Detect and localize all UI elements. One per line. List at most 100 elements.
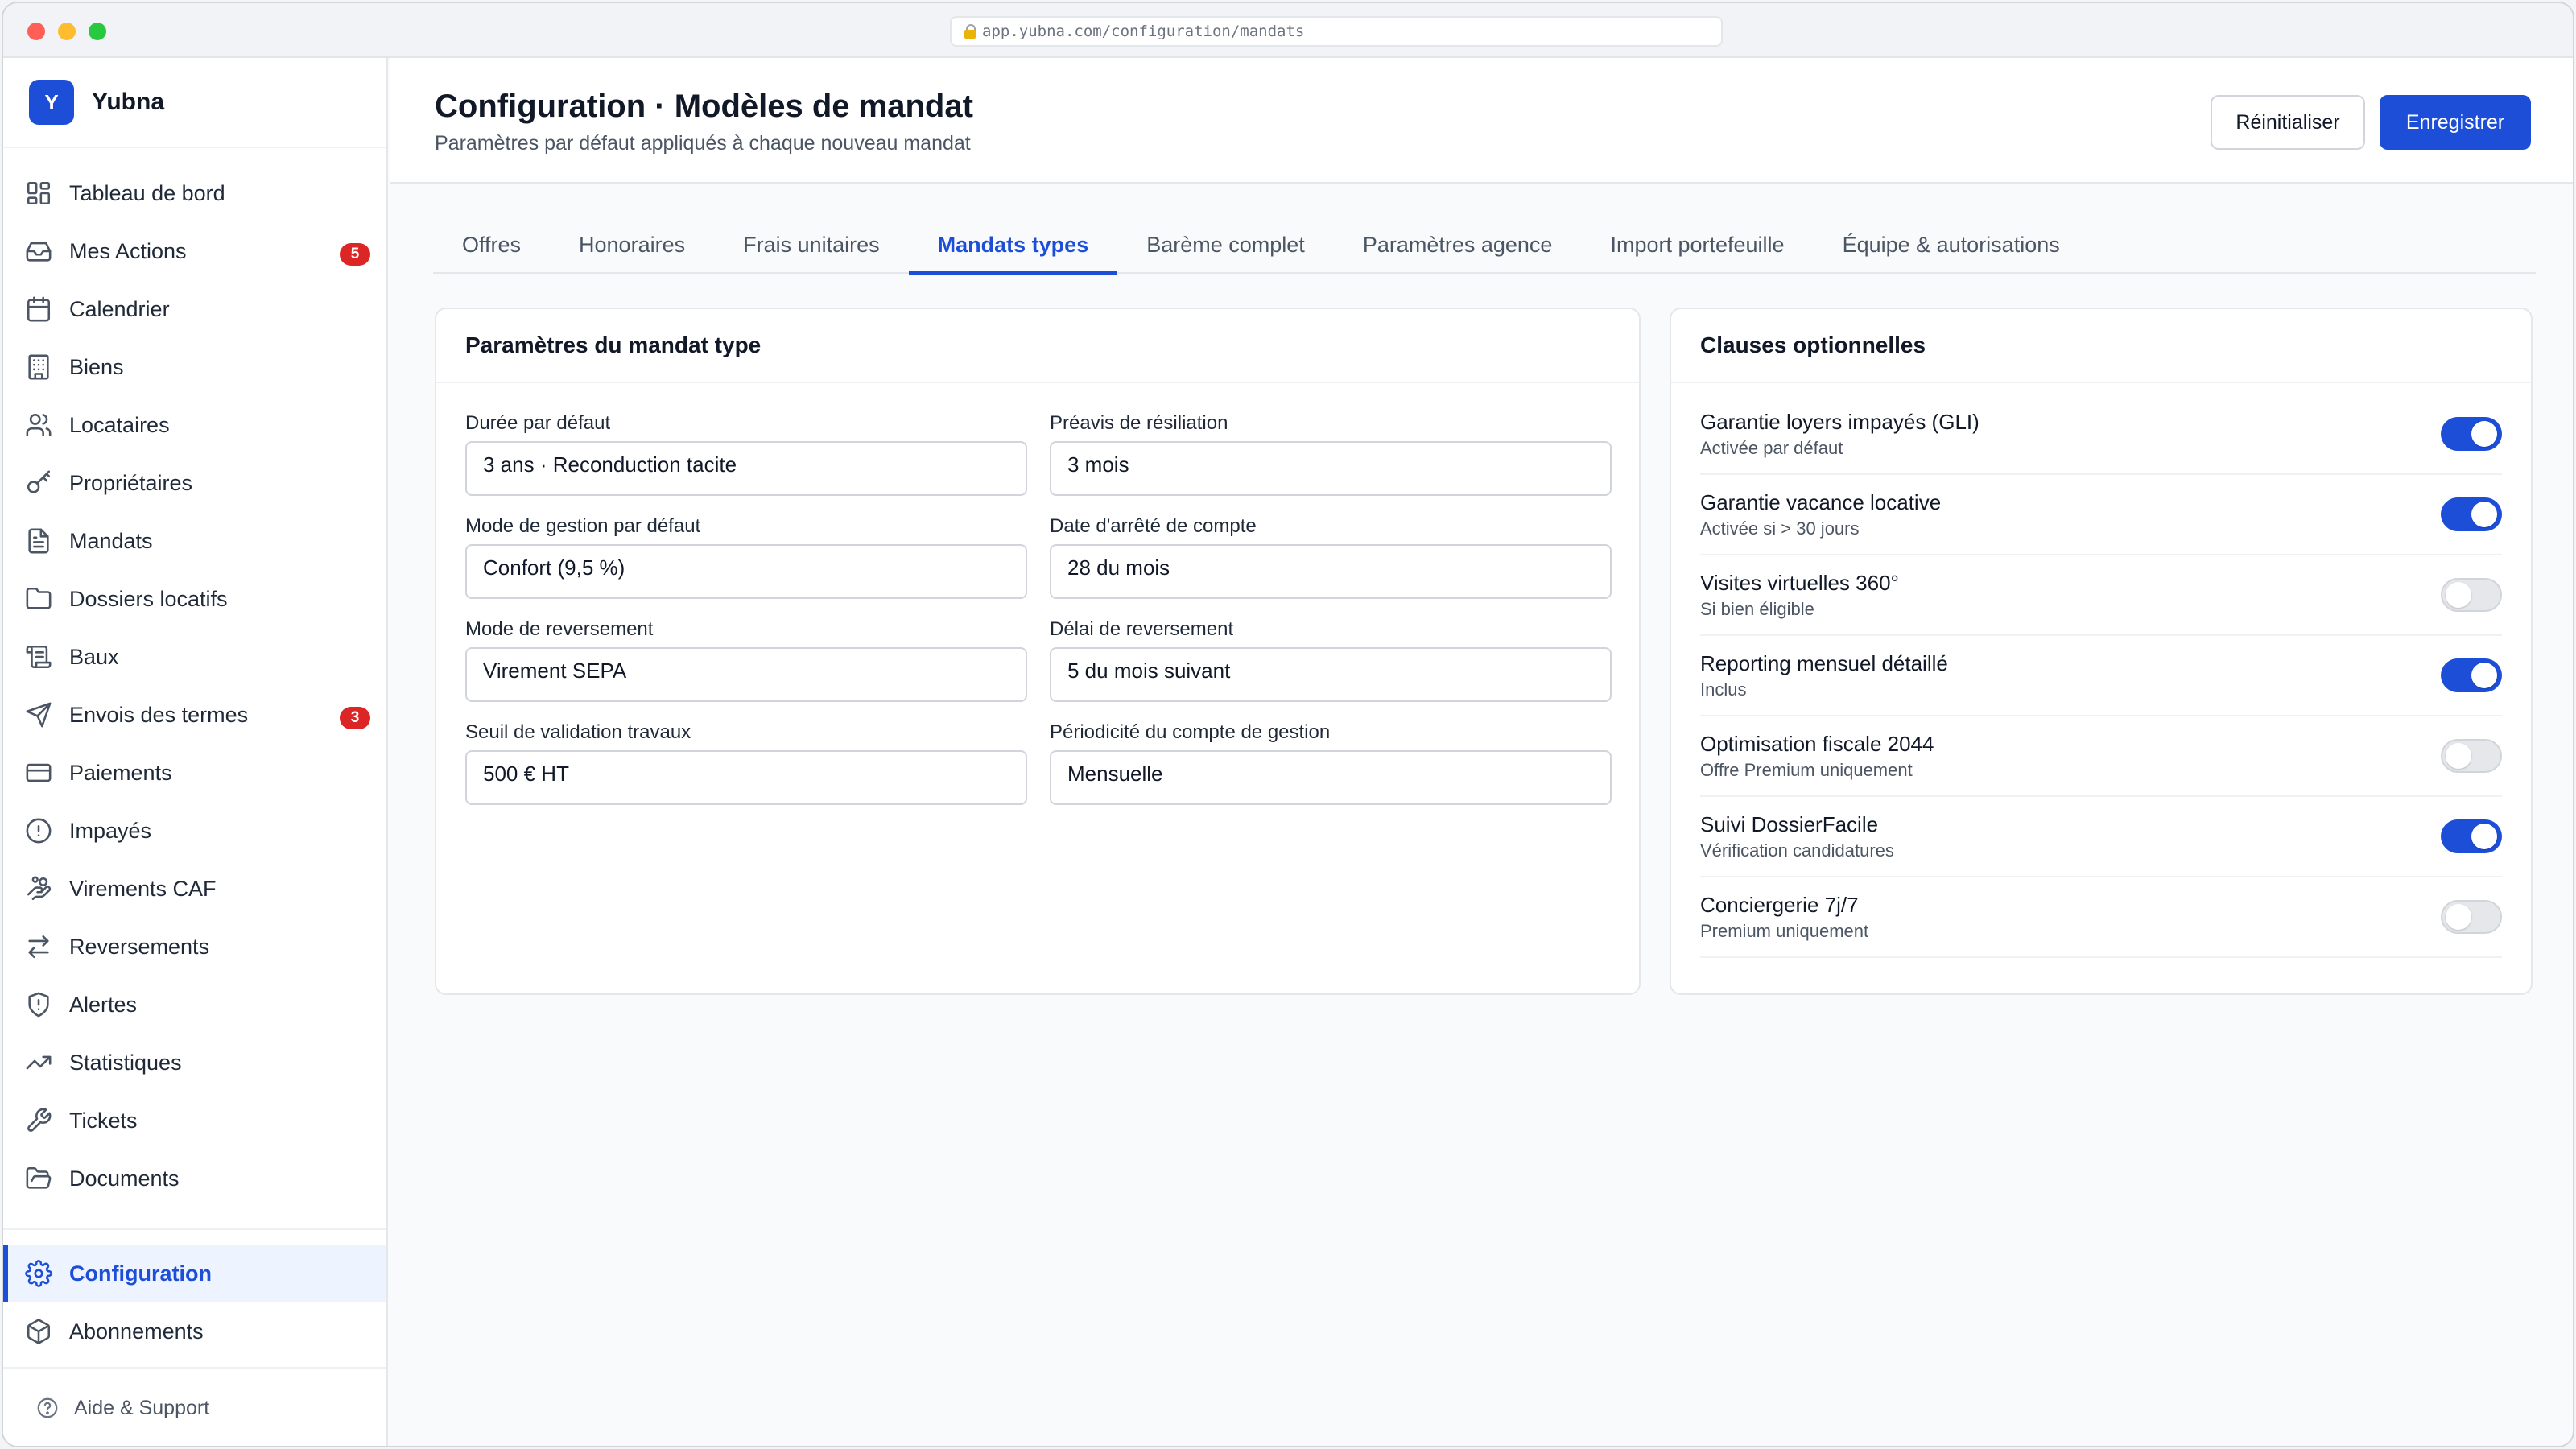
shield-alert-icon bbox=[24, 990, 53, 1019]
field-input[interactable]: Mensuelle bbox=[1050, 750, 1612, 805]
tab-bareme-complet[interactable]: Barème complet bbox=[1117, 216, 1334, 274]
sidebar-item-configuration[interactable]: Configuration bbox=[3, 1245, 386, 1302]
clause-row: Conciergerie 7j/7 Premium uniquement bbox=[1700, 877, 2502, 958]
reset-button[interactable]: Réinitialiser bbox=[2211, 95, 2365, 150]
sidebar-item-abonnements[interactable]: Abonnements bbox=[3, 1302, 386, 1360]
sidebar-item-label: Mandats bbox=[69, 528, 153, 553]
lock-icon bbox=[964, 24, 976, 39]
sidebar-item-label: Envois des termes bbox=[69, 702, 249, 727]
sidebar-item-virements-caf[interactable]: Virements CAF bbox=[3, 860, 386, 918]
sidebar-item-label: Calendrier bbox=[69, 296, 170, 321]
clause-text: Garantie vacance locative Activée si > 30… bbox=[1700, 490, 1941, 539]
sidebar-item-locataires[interactable]: Locataires bbox=[3, 396, 386, 454]
sidebar-item-label: Dossiers locatifs bbox=[69, 586, 228, 611]
sidebar-item-mes-actions[interactable]: Mes Actions 5 bbox=[3, 222, 386, 280]
tab-import-portefeuille[interactable]: Import portefeuille bbox=[1581, 216, 1813, 274]
save-button[interactable]: Enregistrer bbox=[2380, 95, 2531, 150]
sidebar-nav: Tableau de bord Mes Actions 5 Calendrier Bie… bbox=[3, 148, 386, 1208]
field-input[interactable]: 500 € HT bbox=[465, 750, 1027, 805]
clause-toggle[interactable] bbox=[2441, 417, 2502, 451]
trending-up-icon bbox=[24, 1048, 53, 1077]
field-input[interactable]: 5 du mois suivant bbox=[1050, 647, 1612, 702]
sidebar-item-proprietaires[interactable]: Propriétaires bbox=[3, 454, 386, 512]
toggle-knob bbox=[2446, 904, 2471, 930]
arrows-exchange-icon bbox=[24, 932, 53, 961]
clause-description: Activée par défaut bbox=[1700, 437, 1843, 458]
help-support-label: Aide & Support bbox=[74, 1396, 210, 1419]
sidebar-item-paiements[interactable]: Paiements bbox=[3, 744, 386, 802]
sidebar-item-label: Baux bbox=[69, 644, 119, 669]
config-tabs: Offres Honoraires Frais unitaires Mandats t… bbox=[433, 216, 2536, 275]
sidebar-item-calendrier[interactable]: Calendrier bbox=[3, 280, 386, 338]
field-input[interactable]: Virement SEPA bbox=[465, 647, 1027, 702]
hand-coins-icon bbox=[24, 874, 53, 903]
clause-description: Inclus bbox=[1700, 679, 1747, 700]
toggle-knob bbox=[2471, 421, 2497, 447]
clause-toggle[interactable] bbox=[2441, 819, 2502, 853]
clause-row: Suivi DossierFacile Vérification candidat… bbox=[1700, 797, 2502, 877]
package-icon bbox=[24, 1317, 53, 1346]
sidebar-item-impayes[interactable]: Impayés bbox=[3, 802, 386, 860]
sidebar-item-tickets[interactable]: Tickets bbox=[3, 1092, 386, 1150]
sidebar-item-label: Configuration bbox=[69, 1261, 212, 1286]
sidebar-item-label: Abonnements bbox=[69, 1319, 204, 1344]
clause-toggle[interactable] bbox=[2441, 900, 2502, 934]
inbox-icon bbox=[24, 237, 53, 266]
credit-card-icon bbox=[24, 758, 53, 787]
brand[interactable]: Y Yubna bbox=[3, 58, 386, 148]
close-window-button[interactable] bbox=[27, 23, 45, 40]
field-input[interactable]: 28 du mois bbox=[1050, 544, 1612, 599]
help-support-link[interactable]: Aide & Support bbox=[3, 1367, 386, 1446]
tab-mandats-types[interactable]: Mandats types bbox=[908, 216, 1118, 275]
maximize-window-button[interactable] bbox=[89, 23, 106, 40]
count-badge: 5 bbox=[340, 243, 370, 266]
clause-toggle[interactable] bbox=[2441, 658, 2502, 692]
field-label: Délai de reversement bbox=[1050, 618, 1234, 640]
brand-logo: Y bbox=[29, 80, 74, 125]
url-text: app.yubna.com/configuration/mandats bbox=[982, 23, 1305, 40]
field-input[interactable]: 3 mois bbox=[1050, 441, 1612, 496]
clause-toggle[interactable] bbox=[2441, 739, 2502, 773]
folder-icon bbox=[24, 584, 53, 613]
sidebar-item-alertes[interactable]: Alertes bbox=[3, 976, 386, 1034]
form-field: Seuil de validation travaux 500 € HT bbox=[465, 721, 1027, 805]
clause-name: Garantie loyers impayés (GLI) bbox=[1700, 409, 1979, 434]
field-input[interactable]: 3 ans · Reconduction tacite bbox=[465, 441, 1027, 496]
sidebar-item-dossiers-locatifs[interactable]: Dossiers locatifs bbox=[3, 570, 386, 628]
sidebar-item-label: Impayés bbox=[69, 818, 152, 843]
optional-clauses-card: Clauses optionnelles Garantie loyers imp… bbox=[1670, 308, 2533, 995]
sidebar-item-label: Alertes bbox=[69, 992, 138, 1017]
clause-toggle[interactable] bbox=[2441, 497, 2502, 531]
sidebar-item-reversements[interactable]: Reversements bbox=[3, 918, 386, 976]
clause-text: Optimisation fiscale 2044 Offre Premium u… bbox=[1700, 732, 1934, 781]
toggle-knob bbox=[2471, 824, 2497, 849]
sidebar-item-baux[interactable]: Baux bbox=[3, 628, 386, 686]
tab-equipe-autorisations[interactable]: Équipe & autorisations bbox=[1814, 216, 2089, 274]
clause-description: Activée si > 30 jours bbox=[1700, 518, 1860, 539]
sidebar-item-label: Tickets bbox=[69, 1108, 138, 1133]
minimize-window-button[interactable] bbox=[58, 23, 76, 40]
scroll-icon bbox=[24, 642, 53, 671]
folder-open-icon bbox=[24, 1164, 53, 1193]
tab-honoraires[interactable]: Honoraires bbox=[550, 216, 714, 274]
sidebar-item-envois-des-termes[interactable]: Envois des termes 3 bbox=[3, 686, 386, 744]
form-field: Date d'arrêté de compte 28 du mois bbox=[1050, 515, 1612, 599]
sidebar-item-mandats[interactable]: Mandats bbox=[3, 512, 386, 570]
sidebar-item-tableau-de-bord[interactable]: Tableau de bord bbox=[3, 164, 386, 222]
address-bar[interactable]: app.yubna.com/configuration/mandats bbox=[950, 16, 1723, 47]
wrench-icon bbox=[24, 1106, 53, 1135]
field-input[interactable]: Confort (9,5 %) bbox=[465, 544, 1027, 599]
key-icon bbox=[24, 469, 53, 497]
tab-frais-unitaires[interactable]: Frais unitaires bbox=[714, 216, 909, 274]
tab-parametres-agence[interactable]: Paramètres agence bbox=[1334, 216, 1582, 274]
tab-offres[interactable]: Offres bbox=[433, 216, 550, 274]
clause-row: Reporting mensuel détaillé Inclus bbox=[1700, 636, 2502, 716]
sidebar-item-biens[interactable]: Biens bbox=[3, 338, 386, 396]
sidebar-item-statistiques[interactable]: Statistiques bbox=[3, 1034, 386, 1092]
clause-toggle[interactable] bbox=[2441, 578, 2502, 612]
sidebar-item-documents[interactable]: Documents bbox=[3, 1150, 386, 1208]
clause-description: Vérification candidatures bbox=[1700, 840, 1894, 861]
document-icon bbox=[24, 526, 53, 555]
form-field: Durée par défaut 3 ans · Reconduction tac… bbox=[465, 412, 1027, 496]
toggle-knob bbox=[2471, 663, 2497, 688]
